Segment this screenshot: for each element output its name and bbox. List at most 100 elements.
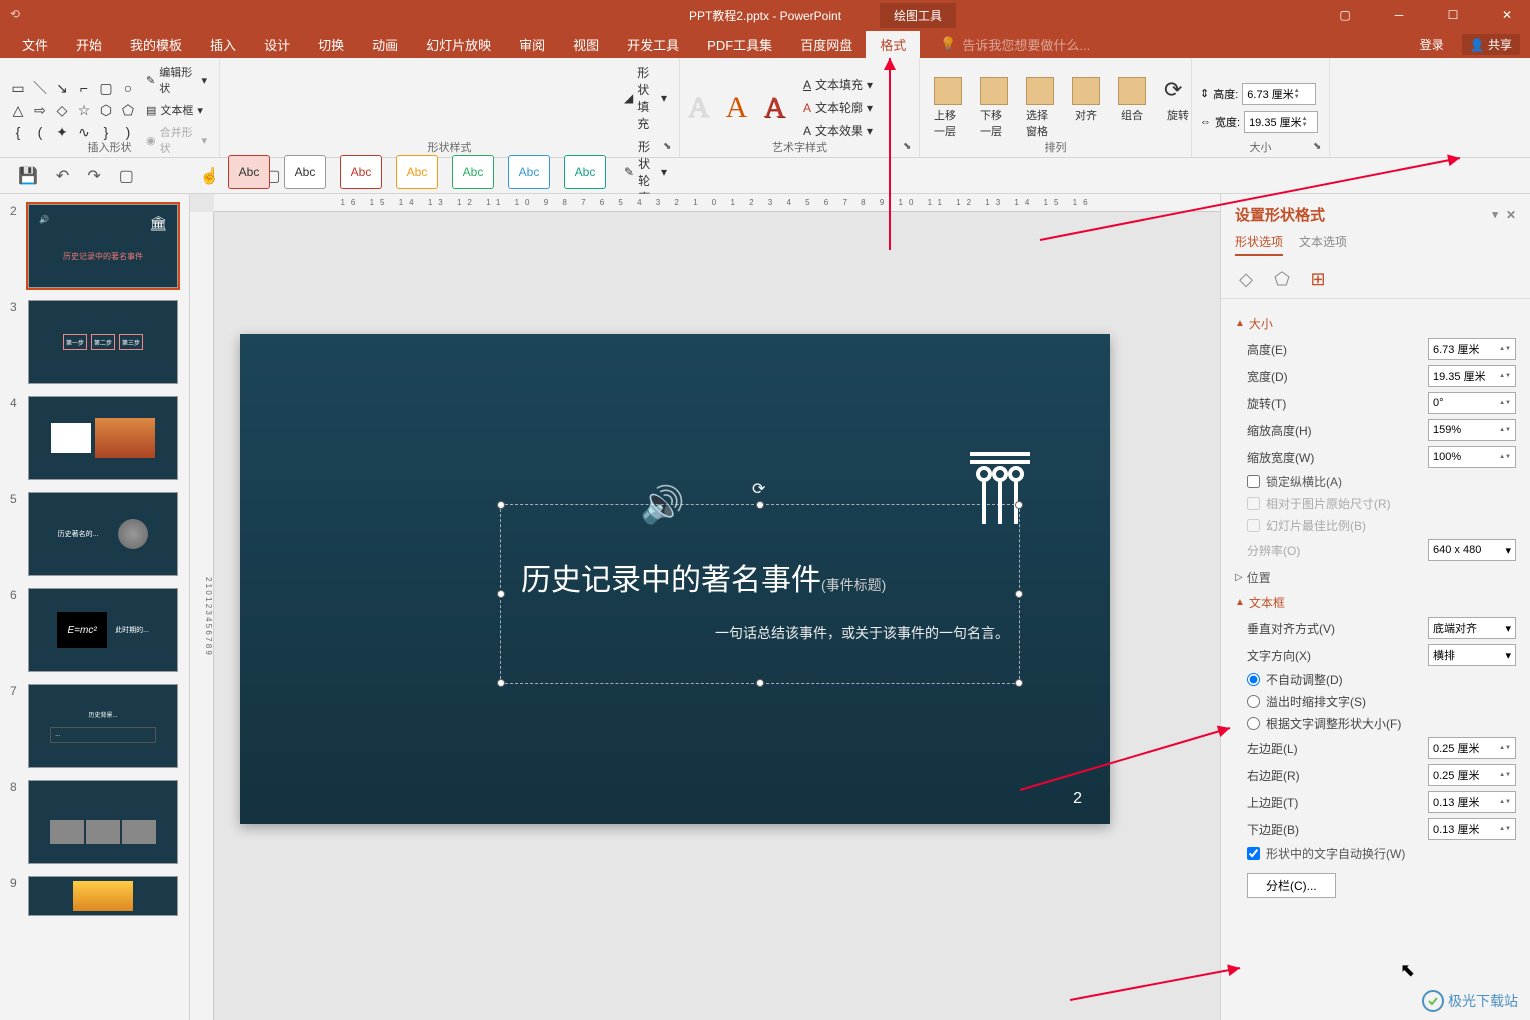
thumb-5[interactable]: 历史著名的... — [28, 492, 178, 576]
shape-diamond-icon[interactable]: ◇ — [52, 100, 72, 120]
input-height[interactable]: 6.73 厘米▲▼ — [1428, 338, 1516, 360]
input-rotation[interactable]: 0°▲▼ — [1428, 392, 1516, 414]
resize-handle[interactable] — [497, 679, 505, 687]
input-left-margin[interactable]: 0.25 厘米▲▼ — [1428, 737, 1516, 759]
wordart-style-3[interactable]: A — [763, 91, 785, 125]
menu-transitions[interactable]: 切换 — [304, 31, 358, 58]
resize-handle[interactable] — [1015, 590, 1023, 598]
text-fill-button[interactable]: A 文本填充 ▾ — [799, 74, 877, 95]
resize-handle[interactable] — [756, 501, 764, 509]
login-button[interactable]: 登录 — [1410, 34, 1454, 55]
style-swatch-5[interactable]: Abc — [452, 155, 494, 189]
shape-oval-icon[interactable]: ○ — [118, 78, 138, 98]
shape-arrow-icon[interactable]: ⇨ — [30, 100, 50, 120]
size-properties-icon[interactable]: ⊞ — [1307, 268, 1329, 290]
effects-icon[interactable]: ⬠ — [1271, 268, 1293, 290]
wordart-gallery[interactable]: A A A — [688, 91, 785, 125]
resize-handle[interactable] — [497, 590, 505, 598]
menu-my-templates[interactable]: 我的模板 — [116, 31, 196, 58]
tab-text-options[interactable]: 文本选项 — [1299, 229, 1347, 256]
radio-no-autofit[interactable] — [1247, 673, 1260, 686]
size-launcher-icon[interactable]: ⬊ — [1313, 141, 1325, 153]
menu-review[interactable]: 审阅 — [505, 31, 559, 58]
shape-connector-icon[interactable]: ⌐ — [74, 78, 94, 98]
style-swatch-1[interactable]: Abc — [228, 155, 270, 189]
fill-line-icon[interactable]: ◇ — [1235, 268, 1257, 290]
menu-developer[interactable]: 开发工具 — [613, 31, 693, 58]
input-width[interactable]: 19.35 厘米▲▼ — [1428, 365, 1516, 387]
shape-style-gallery[interactable]: Abc Abc Abc Abc Abc Abc Abc — [228, 155, 606, 189]
menu-format[interactable]: 格式 — [866, 31, 920, 58]
style-swatch-6[interactable]: Abc — [508, 155, 550, 189]
bring-forward-button[interactable]: 上移一层 — [928, 73, 968, 143]
maximize-button[interactable]: ☐ — [1430, 0, 1476, 30]
menu-pdf-tools[interactable]: PDF工具集 — [693, 31, 786, 58]
height-input[interactable]: 6.73 厘米▲▼ — [1242, 83, 1316, 105]
radio-shrink-overflow[interactable] — [1247, 695, 1260, 708]
menu-insert[interactable]: 插入 — [196, 31, 250, 58]
resize-handle[interactable] — [497, 501, 505, 509]
input-scale-width[interactable]: 100%▲▼ — [1428, 446, 1516, 468]
resize-handle[interactable] — [756, 679, 764, 687]
start-from-beginning-icon[interactable]: ▢ — [119, 166, 134, 186]
style-swatch-3[interactable]: Abc — [340, 155, 382, 189]
style-swatch-7[interactable]: Abc — [564, 155, 606, 189]
group-button[interactable]: 组合 — [1112, 73, 1152, 143]
input-top-margin[interactable]: 0.13 厘米▲▼ — [1428, 791, 1516, 813]
close-button[interactable]: ✕ — [1484, 0, 1530, 30]
shape-callout-icon[interactable]: ⬠ — [118, 100, 138, 120]
radio-resize-shape[interactable] — [1247, 717, 1260, 730]
shape-line-arrow-icon[interactable]: ↘ — [52, 78, 72, 98]
section-position[interactable]: ▷位置 — [1235, 569, 1516, 586]
wordart-style-2[interactable]: A — [726, 91, 748, 125]
wordart-style-1[interactable]: A — [688, 91, 710, 125]
thumb-2[interactable]: 🔊🏛历史记录中的著名事件 — [28, 204, 178, 288]
selection-pane-button[interactable]: 选择窗格 — [1020, 73, 1060, 143]
thumb-4[interactable] — [28, 396, 178, 480]
rotate-handle-icon[interactable]: ⟳ — [752, 479, 765, 499]
ribbon-options-icon[interactable]: ▢ — [1322, 0, 1368, 30]
resize-handle[interactable] — [1015, 679, 1023, 687]
menu-design[interactable]: 设计 — [250, 31, 304, 58]
shape-textbox-icon[interactable]: ▭ — [8, 78, 28, 98]
checkbox-lock-aspect[interactable] — [1247, 475, 1260, 488]
text-effects-button[interactable]: A 文本效果 ▾ — [799, 120, 877, 141]
style-swatch-4[interactable]: Abc — [396, 155, 438, 189]
shape-fill-button[interactable]: ◢ 形状填充 ▾ — [620, 62, 671, 134]
text-frame[interactable]: ⟳ 历史记录中的著名事件(事件标题) 一句话总结该事件，或关于该事件的一句名言。 — [500, 504, 1020, 684]
tell-me-input[interactable]: 💡 告诉我您想要做什么... — [940, 35, 1090, 54]
section-textbox[interactable]: ▲文本框 — [1235, 594, 1516, 611]
menu-animations[interactable]: 动画 — [358, 31, 412, 58]
shape-styles-launcher-icon[interactable]: ⬊ — [663, 141, 675, 153]
slide-subtitle[interactable]: 一句话总结该事件，或关于该事件的一句名言。 — [501, 599, 1019, 643]
input-text-dir[interactable]: 横排▾ — [1428, 644, 1516, 666]
shape-star-icon[interactable]: ☆ — [74, 100, 94, 120]
shape-hexagon-icon[interactable]: ⬡ — [96, 100, 116, 120]
redo-icon[interactable]: ↷ — [87, 166, 100, 186]
align-button[interactable]: 对齐 — [1066, 73, 1106, 143]
autosave-icon[interactable]: ⟲ — [10, 7, 26, 23]
slide-thumbnails[interactable]: 2 🔊🏛历史记录中的著名事件 3 第一步第二步第三步 4 5 历史著名的... … — [0, 194, 190, 1020]
input-resolution[interactable]: 640 x 480▾ — [1428, 539, 1516, 561]
pane-dropdown-icon[interactable]: ▾ — [1492, 208, 1498, 222]
drawing-tools-tab[interactable]: 绘图工具 — [880, 3, 956, 28]
tab-shape-options[interactable]: 形状选项 — [1235, 229, 1283, 256]
shape-line-icon[interactable]: ＼ — [30, 78, 50, 98]
width-input[interactable]: 19.35 厘米▲▼ — [1244, 111, 1318, 133]
thumb-8[interactable] — [28, 780, 178, 864]
shapes-gallery[interactable]: ▭ ＼ ↘ ⌐ ▢ ○ △ ⇨ ◇ ☆ ⬡ ⬠ { ( ✦ ∿ } ) — [8, 78, 138, 142]
wordart-launcher-icon[interactable]: ⬊ — [903, 141, 915, 153]
thumb-9[interactable] — [28, 876, 178, 916]
pane-close-icon[interactable]: ✕ — [1506, 208, 1516, 222]
input-bottom-margin[interactable]: 0.13 厘米▲▼ — [1428, 818, 1516, 840]
style-swatch-2[interactable]: Abc — [284, 155, 326, 189]
checkbox-wrap-text[interactable] — [1247, 847, 1260, 860]
input-scale-height[interactable]: 159%▲▼ — [1428, 419, 1516, 441]
shape-triangle-icon[interactable]: △ — [8, 100, 28, 120]
menu-slideshow[interactable]: 幻灯片放映 — [412, 31, 505, 58]
text-box-button[interactable]: ▤ 文本框 ▾ — [142, 100, 211, 120]
undo-icon[interactable]: ↶ — [56, 166, 69, 186]
menu-baidu[interactable]: 百度网盘 — [786, 31, 866, 58]
thumb-6[interactable]: E=mc²此时期的... — [28, 588, 178, 672]
thumb-7[interactable]: 历史背景...... — [28, 684, 178, 768]
